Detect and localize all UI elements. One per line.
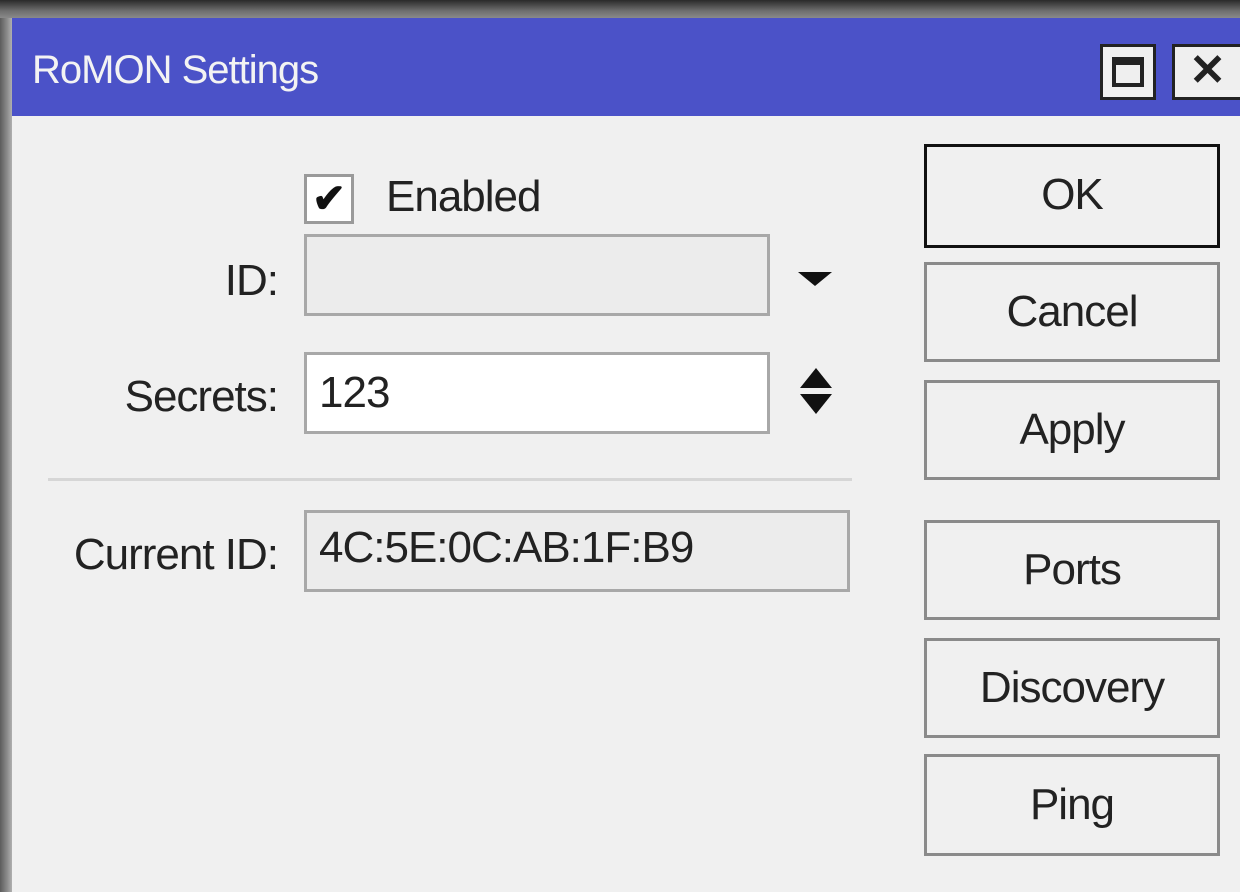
title-bar[interactable]: RoMON Settings ✕ [12, 18, 1240, 116]
separator [48, 478, 852, 481]
close-button[interactable]: ✕ [1172, 44, 1240, 100]
maximize-button[interactable] [1100, 44, 1156, 100]
id-label: ID: [224, 256, 279, 305]
ping-button[interactable]: Ping [924, 754, 1220, 856]
ports-button[interactable]: Ports [924, 520, 1220, 620]
apply-button[interactable]: Apply [924, 380, 1220, 480]
current-id-label: Current ID: [73, 530, 279, 579]
cancel-button[interactable]: Cancel [924, 262, 1220, 362]
close-icon: ✕ [1189, 46, 1226, 95]
ok-button[interactable]: OK [924, 144, 1220, 248]
secrets-field[interactable]: 123 [304, 352, 770, 434]
secrets-spinner[interactable] [800, 368, 834, 420]
maximize-icon [1112, 57, 1144, 87]
checkmark-icon: ✔ [312, 177, 346, 221]
dialog-body: ✔ Enabled ID: Secrets: 123 Current ID: 4… [12, 116, 1240, 892]
enabled-label[interactable]: Enabled [386, 172, 541, 222]
dropdown-arrow-icon[interactable] [798, 272, 832, 286]
secrets-label: Secrets: [124, 372, 279, 421]
window-frame-top [0, 0, 1240, 18]
romon-settings-window: RoMON Settings ✕ ✔ Enabled ID: Secrets: … [12, 18, 1240, 892]
window-frame-left [0, 18, 12, 892]
window-title: RoMON Settings [32, 48, 319, 92]
current-id-field: 4C:5E:0C:AB:1F:B9 [304, 510, 850, 592]
discovery-button[interactable]: Discovery [924, 638, 1220, 738]
spin-down-icon[interactable] [800, 394, 832, 414]
enabled-checkbox[interactable]: ✔ [304, 174, 354, 224]
id-field[interactable] [304, 234, 770, 316]
spin-up-icon[interactable] [800, 368, 832, 388]
